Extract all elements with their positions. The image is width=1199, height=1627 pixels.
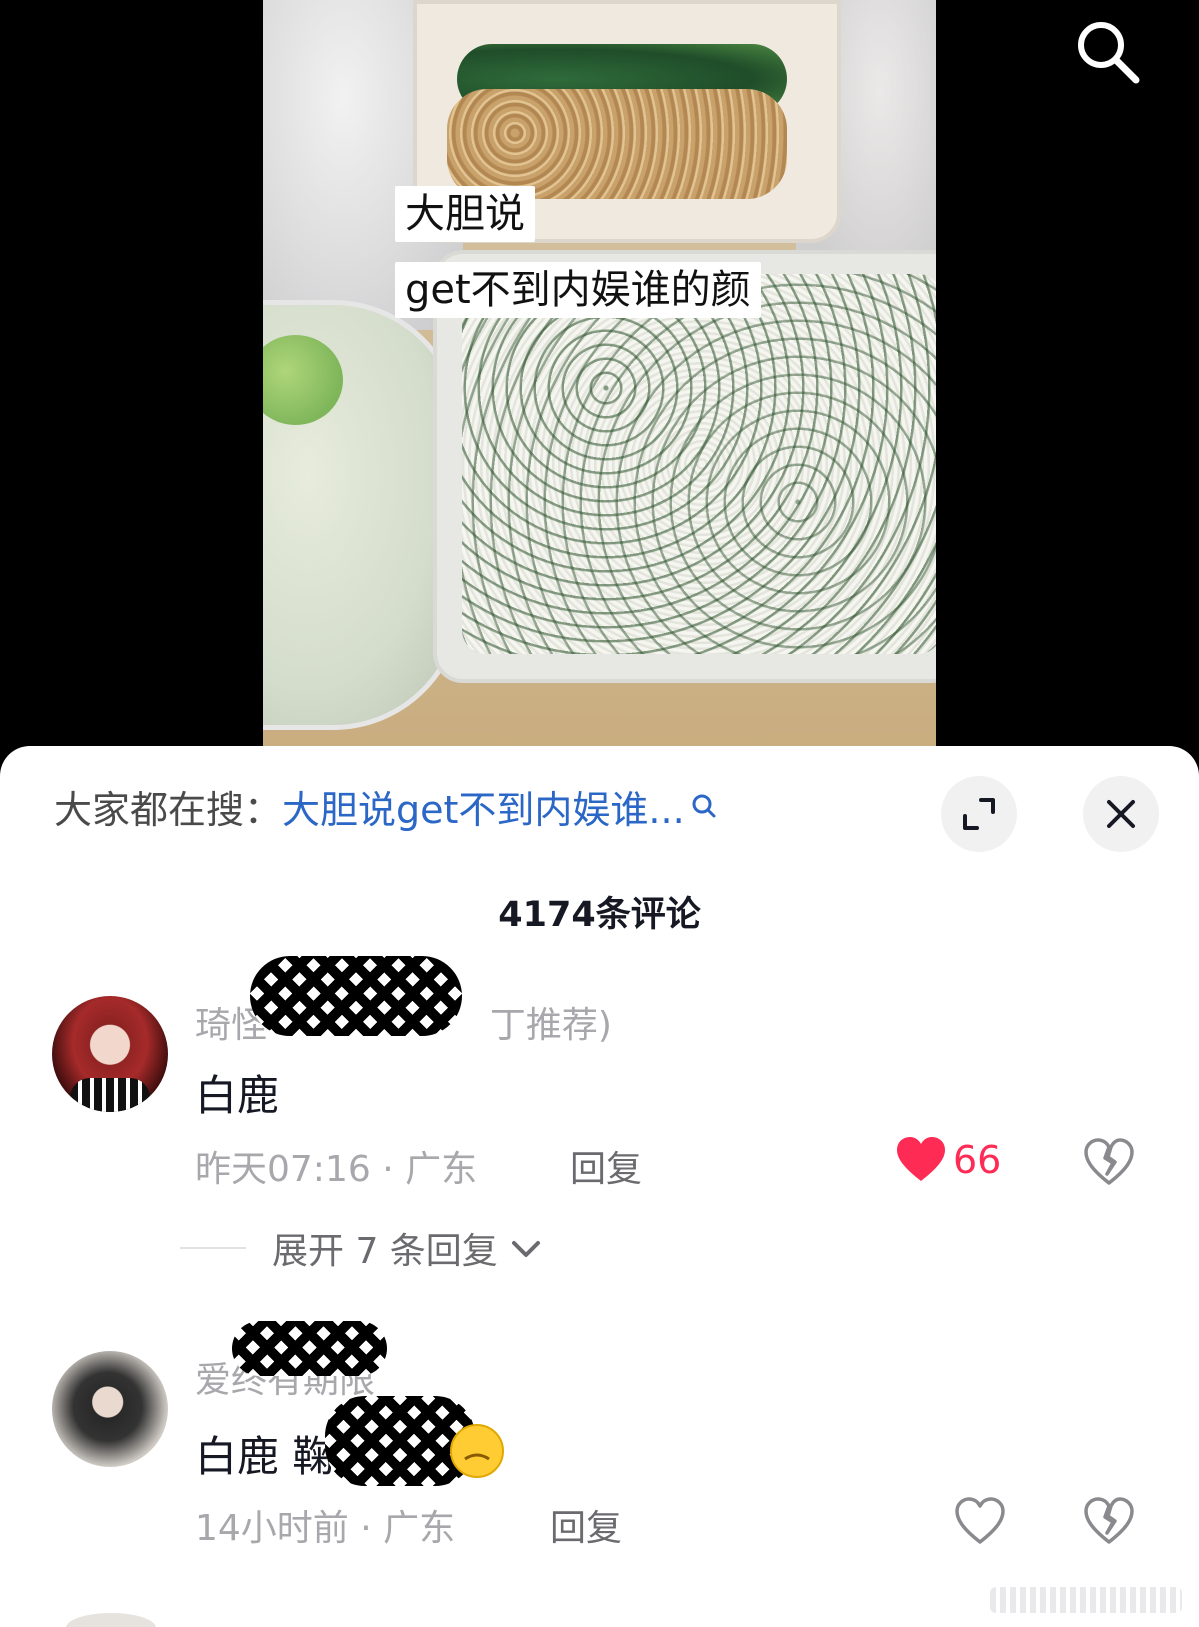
video-caption-line-2: get不到内娱谁的颜 [395,262,761,318]
like-button[interactable]: 66 [895,1136,1001,1184]
heart-outline-icon [955,1497,1005,1544]
comment-location: 广东 [383,1508,456,1549]
hot-search-prefix: 大家都在搜： [54,788,283,832]
soup-vegetable [263,335,343,425]
redaction-scribble [250,956,462,1036]
expand-replies-button[interactable]: 展开 7 条回复 [180,1222,544,1274]
comment-text: 白鹿 [195,1071,280,1120]
peanuts-topping [447,89,787,199]
video-frame [263,0,936,760]
broken-heart-icon [1084,1138,1134,1185]
hot-search-query-link[interactable]: 大胆说get不到内娱谁... [282,788,685,832]
close-icon [1107,800,1135,828]
dislike-button[interactable] [1083,1497,1135,1549]
close-button[interactable] [1083,776,1159,852]
dislike-button[interactable] [1083,1138,1135,1190]
expand-button[interactable] [941,776,1017,852]
video-caption-line-1: 大胆说 [395,186,535,242]
username-tail: 丁推荐) [489,1005,612,1046]
hot-search-bar[interactable]: 大家都在搜：大胆说get不到内娱谁... [54,782,717,838]
avatar[interactable] [66,1613,156,1627]
bottom-indicator [990,1587,1182,1613]
divider-line [180,1247,246,1249]
comment-meta: 14小时前 · 广东 [195,1499,455,1551]
comment-time: 昨天07:16 [195,1149,371,1190]
small-search-icon [691,782,717,838]
comment-panel: 大家都在搜：大胆说get不到内娱谁... 4174条评论 琦怪 丁推荐) 白鹿 [0,746,1199,1627]
like-button[interactable] [954,1497,1006,1545]
avatar[interactable] [52,996,168,1112]
comment-count-title: 4174条评论 [498,895,701,935]
emoji-icon [450,1424,504,1478]
broken-heart-icon [1084,1497,1134,1544]
vegetable-rice [462,274,936,654]
meta-separator: · [360,1508,384,1549]
redaction-scribble [232,1321,387,1376]
meta-separator: · [382,1149,406,1190]
comment-text: 白鹿 鞠 [195,1423,334,1484]
avatar[interactable] [52,1351,168,1467]
expand-replies-label: 展开 7 条回复 [272,1231,498,1272]
comment-meta: 昨天07:16 · 广东 [195,1140,477,1192]
search-button[interactable] [1070,14,1146,90]
like-count: 66 [953,1138,1002,1182]
chevron-down-icon [511,1241,540,1257]
reply-button[interactable]: 回复 [570,1140,642,1192]
comment-time: 14小时前 [195,1508,349,1549]
video-player[interactable]: 大胆说 get不到内娱谁的颜 [0,0,1199,760]
comment-location: 广东 [405,1149,478,1190]
expand-icon [963,798,995,830]
comment-text-content: 白鹿 鞠 [195,1432,335,1481]
reply-button[interactable]: 回复 [550,1499,622,1551]
search-icon [1078,22,1140,84]
heart-filled-icon [897,1137,945,1181]
